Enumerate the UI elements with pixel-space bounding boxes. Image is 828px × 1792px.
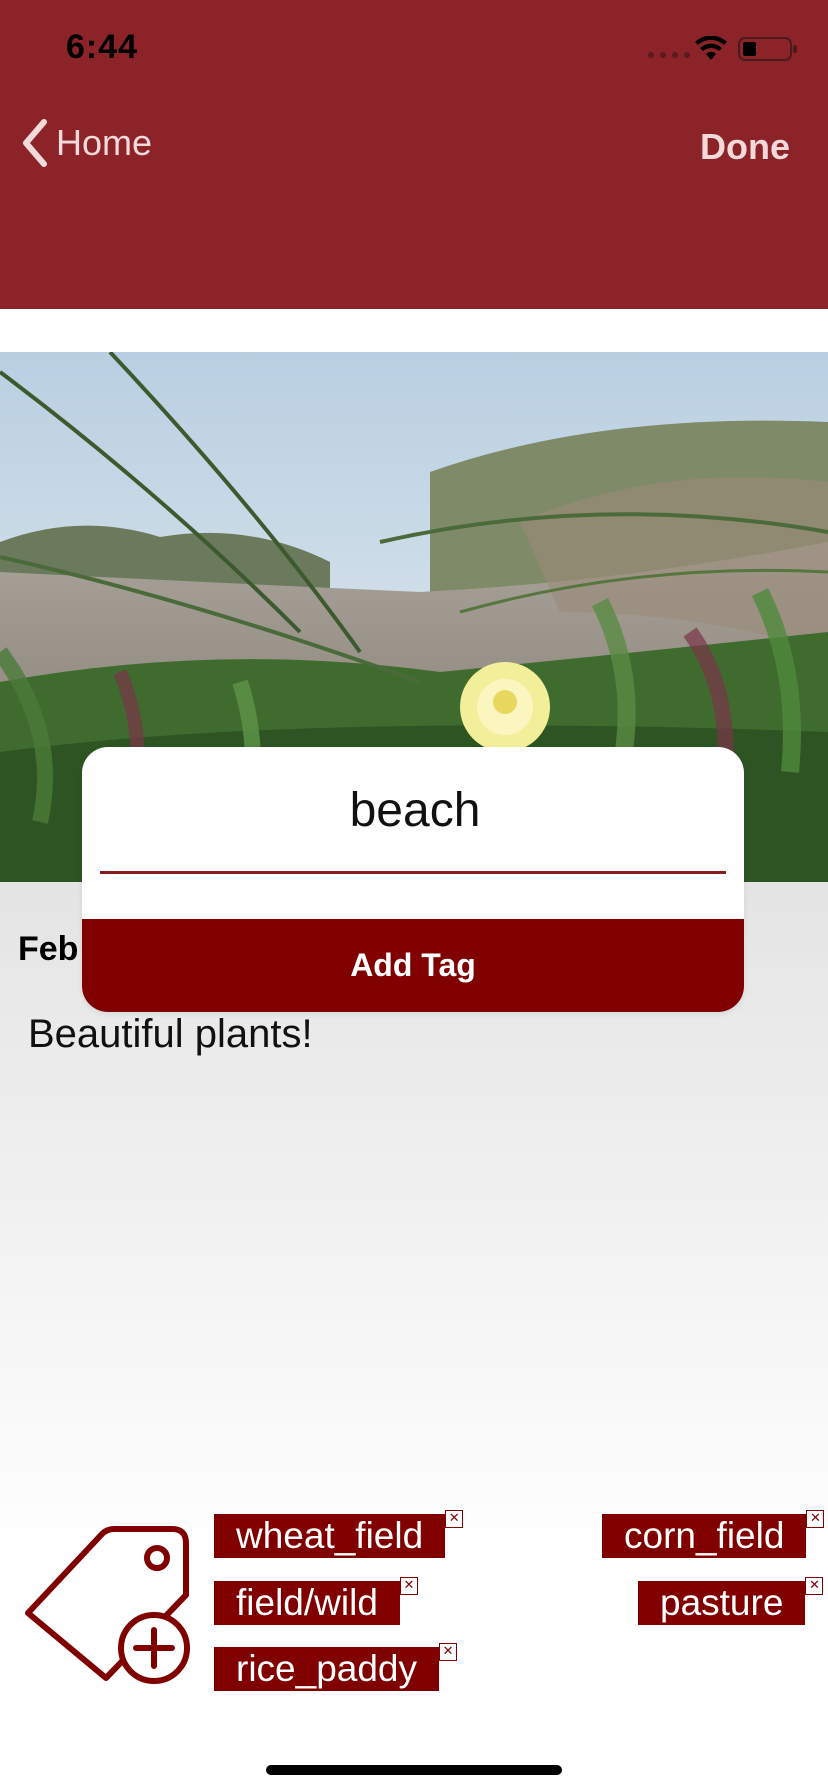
- add-tag-button[interactable]: Add Tag: [82, 919, 744, 1012]
- wifi-icon: [695, 36, 727, 60]
- tag-input[interactable]: [100, 773, 730, 847]
- close-icon[interactable]: ✕: [399, 1577, 418, 1595]
- tag-chip-pasture[interactable]: pasture ✕: [638, 1577, 824, 1625]
- tag-chip-corn-field[interactable]: corn_field ✕: [602, 1510, 825, 1558]
- chevron-left-icon: [23, 119, 47, 167]
- status-time: 6:44: [66, 28, 139, 66]
- close-icon[interactable]: ✕: [806, 1510, 825, 1528]
- tag-chip-label: pasture: [660, 1582, 784, 1623]
- tag-chip-rice-paddy[interactable]: rice_paddy ✕: [214, 1643, 458, 1691]
- entry-caption: Beautiful plants!: [28, 1012, 313, 1056]
- tag-chip-wheat-field[interactable]: wheat_field ✕: [214, 1510, 464, 1558]
- done-button[interactable]: Done: [700, 126, 790, 168]
- tag-chip-label: corn_field: [624, 1515, 785, 1556]
- status-bar: 6:44: [0, 0, 828, 100]
- battery-icon: [738, 37, 797, 61]
- input-underline: [100, 871, 726, 874]
- tag-plus-icon[interactable]: [22, 1518, 194, 1690]
- home-indicator[interactable]: [266, 1765, 562, 1775]
- back-button[interactable]: Home: [18, 118, 152, 168]
- tag-chip-label: rice_paddy: [236, 1648, 418, 1689]
- entry-date: Feb: [18, 930, 79, 968]
- close-icon[interactable]: ✕: [445, 1510, 464, 1528]
- cellular-signal-icon: [648, 52, 690, 58]
- close-icon[interactable]: ✕: [439, 1643, 458, 1661]
- close-icon[interactable]: ✕: [805, 1577, 824, 1595]
- tag-chip-field-wild[interactable]: field/wild ✕: [214, 1577, 418, 1625]
- tag-chip-label: wheat_field: [236, 1515, 424, 1556]
- navigation-bar: Home Done: [0, 100, 828, 309]
- add-tag-dialog: Add Tag: [82, 747, 744, 1012]
- back-label: Home: [56, 122, 153, 163]
- tag-chip-label: field/wild: [236, 1582, 378, 1623]
